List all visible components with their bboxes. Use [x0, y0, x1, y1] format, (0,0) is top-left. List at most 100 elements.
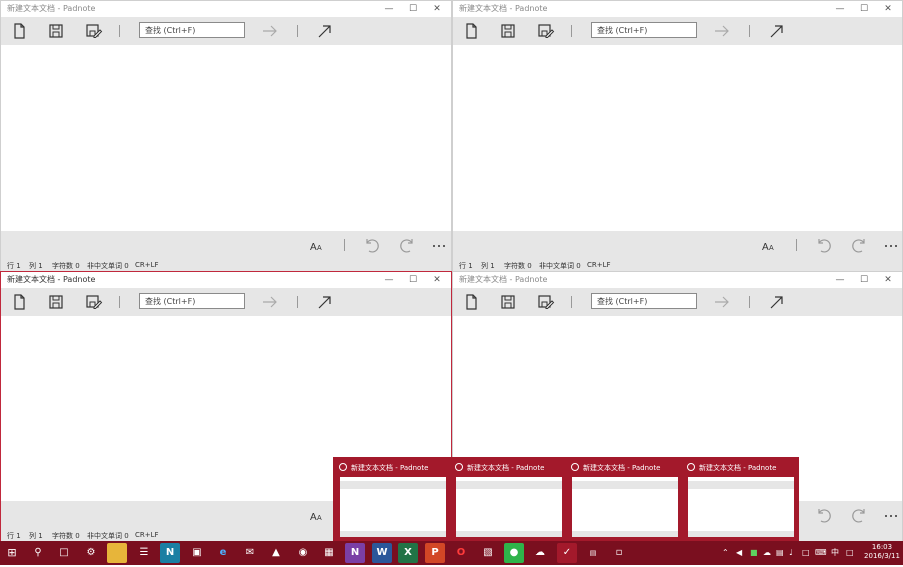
search-input[interactable]: 查找 (Ctrl+F)	[139, 293, 245, 309]
app-icon[interactable]: ☰	[134, 543, 154, 563]
thumbnail-title: 新建文本文档 - Padnote	[687, 463, 776, 473]
expand-arrow-icon[interactable]	[766, 292, 786, 312]
more-options-icon[interactable]	[429, 235, 449, 255]
find-next-arrow-icon[interactable]	[712, 292, 732, 312]
network-icon[interactable]: ▤	[776, 541, 784, 565]
minimize-button[interactable]: —	[377, 1, 401, 17]
status-column: 列 1	[29, 262, 43, 270]
close-button[interactable]: ✕	[425, 272, 449, 288]
window-thumbnail[interactable]: 新建文本文档 - Padnote	[337, 461, 449, 539]
maximize-button[interactable]: ☐	[401, 272, 425, 288]
calendar-icon[interactable]: ▦	[319, 543, 339, 563]
new-file-icon[interactable]	[461, 292, 481, 312]
save-as-icon[interactable]	[535, 292, 555, 312]
new-file-icon[interactable]	[9, 21, 29, 41]
status-line-ending: CR+LF	[135, 261, 159, 269]
redo-icon[interactable]	[850, 235, 870, 255]
volume-icon[interactable]: ♩	[789, 541, 793, 565]
more-options-icon[interactable]	[881, 505, 901, 525]
window-thumbnail[interactable]: 新建文本文档 - Padnote	[453, 461, 565, 539]
start-windows-icon[interactable]: ⊞	[2, 543, 22, 563]
tray-icon[interactable]: ◀	[736, 541, 742, 565]
title-bar[interactable]: 新建文本文档 - Padnote — ☐ ✕	[1, 272, 451, 288]
text-editor[interactable]	[453, 45, 902, 231]
window-thumbnail[interactable]: 新建文本文档 - Padnote	[685, 461, 797, 539]
new-file-icon[interactable]	[461, 21, 481, 41]
app-icon[interactable]: ▧	[478, 543, 498, 563]
search-input[interactable]: 查找 (Ctrl+F)	[591, 22, 697, 38]
save-icon[interactable]	[46, 21, 66, 41]
onedrive-icon[interactable]: ☁	[763, 541, 771, 565]
ime-indicator[interactable]: 中	[831, 541, 839, 565]
bottom-separator	[796, 239, 797, 251]
find-next-arrow-icon[interactable]	[260, 21, 280, 41]
close-button[interactable]: ✕	[876, 272, 900, 288]
minimize-button[interactable]: —	[828, 1, 852, 17]
app-icon[interactable]: ☁	[530, 543, 550, 563]
font-size-icon[interactable]: AA	[307, 235, 327, 255]
minimize-button[interactable]: —	[377, 272, 401, 288]
edge-browser-icon[interactable]: e	[213, 543, 233, 563]
document-icon[interactable]: ▫	[609, 543, 629, 563]
save-icon[interactable]	[498, 292, 518, 312]
expand-arrow-icon[interactable]	[314, 21, 334, 41]
photos-icon[interactable]: ▲	[266, 543, 286, 563]
keyboard-icon[interactable]: ⌨	[815, 541, 827, 565]
onenote-icon[interactable]: N	[345, 543, 365, 563]
expand-arrow-icon[interactable]	[766, 21, 786, 41]
opera-icon[interactable]: O	[451, 543, 471, 563]
padnote-taskbar-icon[interactable]: ✓	[557, 543, 577, 563]
more-options-icon[interactable]	[881, 235, 901, 255]
maximize-button[interactable]: ☐	[401, 1, 425, 17]
word-icon[interactable]: W	[372, 543, 392, 563]
clock-time: 16:03	[871, 543, 893, 551]
mail-icon[interactable]: ✉	[240, 543, 260, 563]
close-button[interactable]: ✕	[876, 1, 900, 17]
note-app-icon[interactable]: N	[160, 543, 180, 563]
undo-icon[interactable]	[813, 505, 833, 525]
save-as-icon[interactable]	[83, 292, 103, 312]
action-center-icon[interactable]: □	[802, 541, 810, 565]
new-file-icon[interactable]	[9, 292, 29, 312]
save-icon[interactable]	[498, 21, 518, 41]
font-size-icon[interactable]: AA	[759, 235, 779, 255]
window-thumbnail[interactable]: 新建文本文档 - Padnote	[569, 461, 681, 539]
tray-chevron-up-icon[interactable]: ⌃	[722, 541, 729, 565]
redo-icon[interactable]	[850, 505, 870, 525]
window-title: 新建文本文档 - Padnote	[459, 275, 548, 284]
redo-icon[interactable]	[398, 235, 418, 255]
title-bar[interactable]: 新建文本文档 - Padnote — ☐ ✕	[453, 1, 902, 17]
text-editor[interactable]	[1, 45, 451, 231]
file-explorer-icon[interactable]	[107, 543, 127, 563]
clock[interactable]: 16:03 2016/3/11	[864, 543, 900, 567]
chat-app-icon[interactable]: ●	[504, 543, 524, 563]
expand-arrow-icon[interactable]	[314, 292, 334, 312]
close-button[interactable]: ✕	[425, 1, 449, 17]
search-input[interactable]: 查找 (Ctrl+F)	[591, 293, 697, 309]
maximize-button[interactable]: ☐	[852, 272, 876, 288]
tray-icon[interactable]: ■	[750, 541, 758, 565]
undo-icon[interactable]	[361, 235, 381, 255]
title-bar[interactable]: 新建文本文档 - Padnote — ☐ ✕	[1, 1, 451, 17]
task-view-icon[interactable]: □	[54, 543, 74, 563]
app-icon[interactable]: ▤	[583, 543, 603, 563]
padnote-window: 新建文本文档 - Padnote — ☐ ✕ 查找 (Ctrl+F)	[452, 0, 903, 272]
maximize-button[interactable]: ☐	[852, 1, 876, 17]
save-as-icon[interactable]	[83, 21, 103, 41]
find-next-arrow-icon[interactable]	[712, 21, 732, 41]
undo-icon[interactable]	[813, 235, 833, 255]
search-input[interactable]: 查找 (Ctrl+F)	[139, 22, 245, 38]
ime-mode-icon[interactable]: □	[846, 541, 854, 565]
settings-gear-icon[interactable]: ⚙	[81, 543, 101, 563]
find-next-arrow-icon[interactable]	[260, 292, 280, 312]
powerpoint-icon[interactable]: P	[425, 543, 445, 563]
save-as-icon[interactable]	[535, 21, 555, 41]
minimize-button[interactable]: —	[828, 272, 852, 288]
search-icon[interactable]: ⚲	[28, 543, 48, 563]
store-icon[interactable]: ▣	[187, 543, 207, 563]
font-size-icon[interactable]: AA	[307, 505, 327, 525]
groove-music-icon[interactable]: ◉	[293, 543, 313, 563]
title-bar[interactable]: 新建文本文档 - Padnote — ☐ ✕	[453, 272, 902, 288]
save-icon[interactable]	[46, 292, 66, 312]
excel-icon[interactable]: X	[398, 543, 418, 563]
